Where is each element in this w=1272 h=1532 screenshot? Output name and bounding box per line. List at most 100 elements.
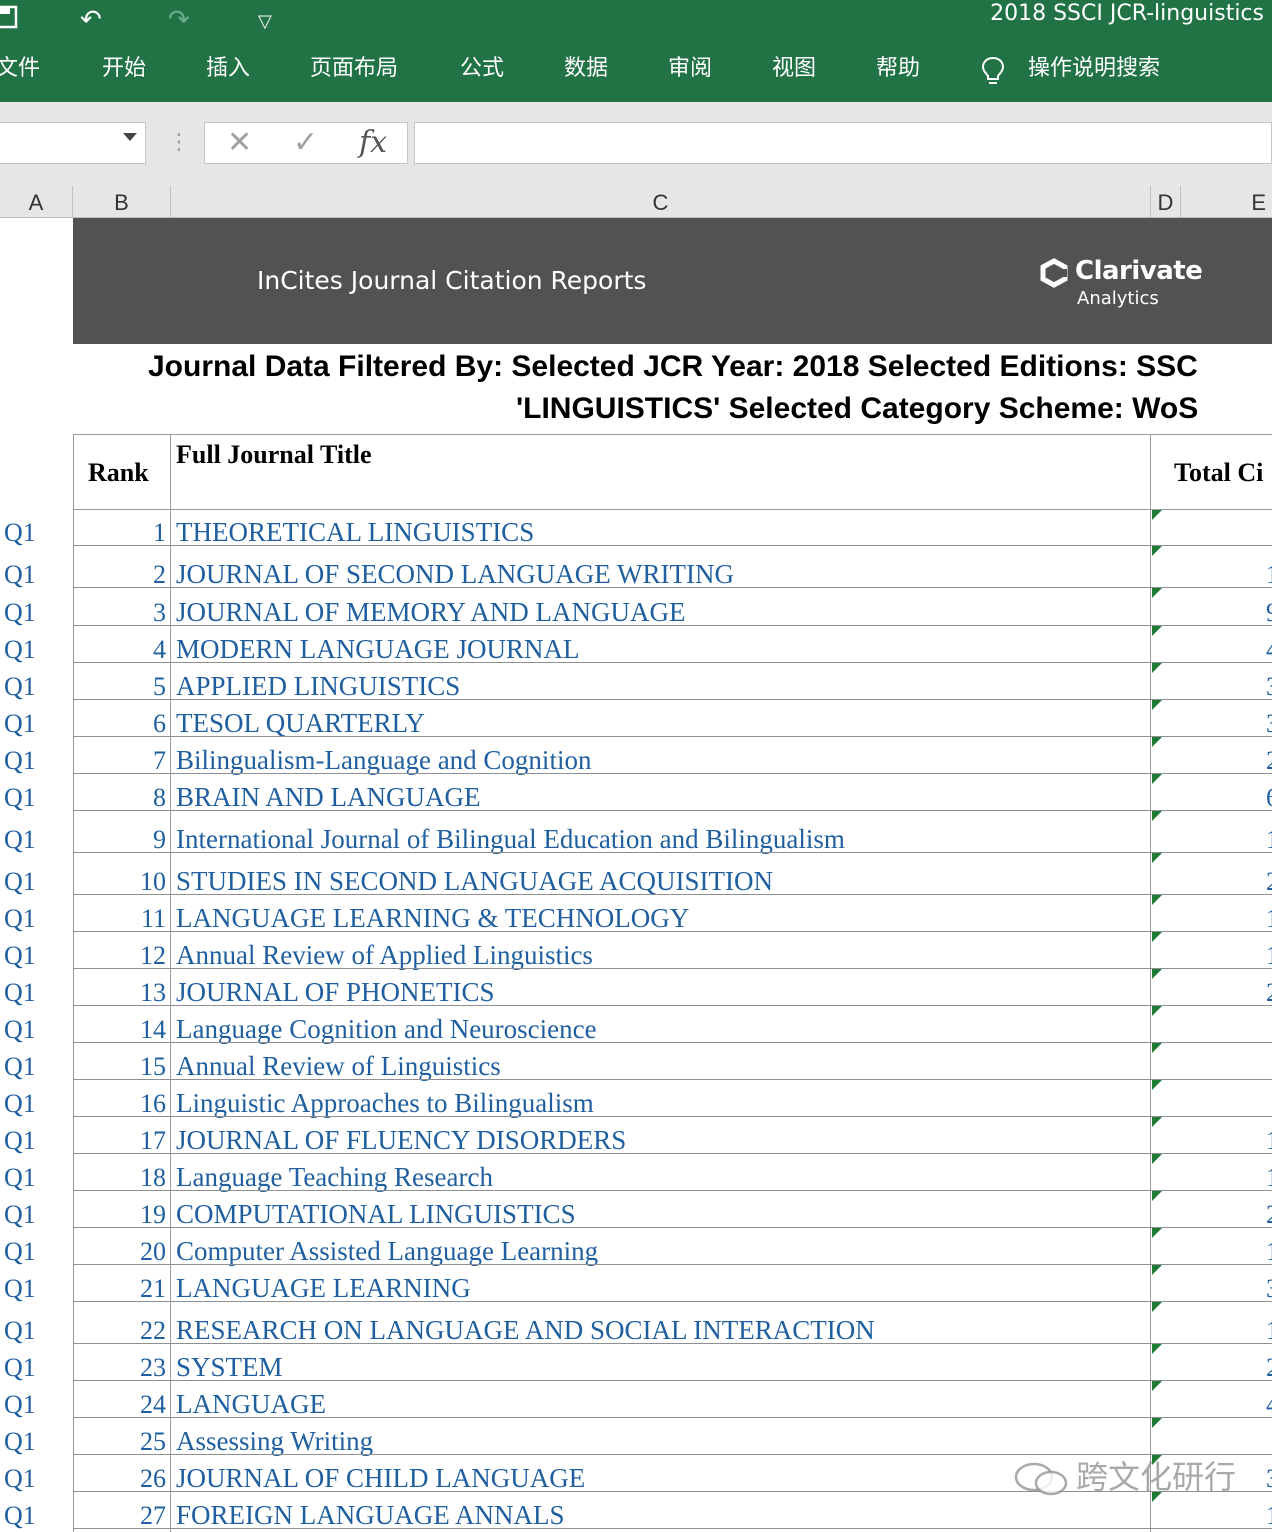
- rank-cell[interactable]: 4: [153, 635, 166, 665]
- name-box[interactable]: [0, 122, 146, 164]
- quartile-cell[interactable]: Q1: [4, 672, 36, 702]
- table-row[interactable]: Q1 3 JOURNAL OF MEMORY AND LANGUAGE 9: [0, 588, 1272, 627]
- table-row[interactable]: Q1 21 LANGUAGE LEARNING 3: [0, 1265, 1272, 1304]
- insert-function-icon[interactable]: fx: [359, 125, 387, 160]
- rank-cell[interactable]: 17: [140, 1126, 166, 1156]
- rank-cell[interactable]: 1: [153, 518, 166, 548]
- journal-title-cell[interactable]: Assessing Writing: [176, 1426, 373, 1457]
- total-cites-cell[interactable]: 3: [1152, 700, 1272, 737]
- redo-icon[interactable]: ↷: [168, 4, 190, 34]
- total-cites-cell[interactable]: [1152, 1006, 1272, 1043]
- journal-title-cell[interactable]: MODERN LANGUAGE JOURNAL: [176, 634, 579, 665]
- tab-file[interactable]: 文件: [0, 54, 40, 84]
- error-indicator-icon[interactable]: [1152, 546, 1162, 556]
- quartile-cell[interactable]: Q1: [4, 1316, 36, 1346]
- error-indicator-icon[interactable]: [1152, 895, 1162, 905]
- quartile-cell[interactable]: Q1: [4, 1353, 36, 1383]
- tab-formulas[interactable]: 公式: [460, 54, 504, 84]
- total-cites-cell[interactable]: 3: [1152, 663, 1272, 700]
- total-cites-cell[interactable]: 4: [1152, 626, 1272, 663]
- table-row[interactable]: Q1 5 APPLIED LINGUISTICS 3: [0, 663, 1272, 702]
- total-cites-cell[interactable]: 1: [1152, 895, 1272, 932]
- rank-cell[interactable]: 11: [141, 904, 166, 934]
- table-row[interactable]: Q1 4 MODERN LANGUAGE JOURNAL 4: [0, 626, 1272, 665]
- rank-cell[interactable]: 22: [140, 1316, 166, 1346]
- tab-home[interactable]: 开始: [102, 54, 146, 84]
- total-cites-cell[interactable]: 2: [1152, 1344, 1272, 1381]
- quartile-cell[interactable]: Q1: [4, 783, 36, 813]
- quartile-cell[interactable]: Q1: [4, 1200, 36, 1230]
- journal-title-cell[interactable]: Annual Review of Linguistics: [176, 1051, 501, 1082]
- journal-title-cell[interactable]: SYSTEM: [176, 1352, 283, 1383]
- error-indicator-icon[interactable]: [1152, 1418, 1162, 1428]
- rank-cell[interactable]: 15: [140, 1052, 166, 1082]
- total-cites-cell[interactable]: 3: [1152, 1265, 1272, 1302]
- table-row[interactable]: Q1 14 Language Cognition and Neuroscience: [0, 1006, 1272, 1045]
- table-row[interactable]: Q1 25 Assessing Writing: [0, 1418, 1272, 1457]
- error-indicator-icon[interactable]: [1152, 969, 1162, 979]
- rank-cell[interactable]: 14: [140, 1015, 166, 1045]
- customize-toolbar-icon[interactable]: ▽: [258, 6, 272, 36]
- quartile-cell[interactable]: Q1: [4, 1015, 36, 1045]
- total-cites-cell[interactable]: [1152, 1080, 1272, 1117]
- tab-data[interactable]: 数据: [564, 54, 608, 84]
- rank-cell[interactable]: 5: [153, 672, 166, 702]
- journal-title-cell[interactable]: TESOL QUARTERLY: [176, 708, 425, 739]
- error-indicator-icon[interactable]: [1152, 1344, 1162, 1354]
- table-row[interactable]: Q1 11 LANGUAGE LEARNING & TECHNOLOGY 1: [0, 895, 1272, 934]
- rank-cell[interactable]: 21: [140, 1274, 166, 1304]
- total-cites-cell[interactable]: 1: [1152, 1154, 1272, 1191]
- quartile-cell[interactable]: Q1: [4, 709, 36, 739]
- quartile-cell[interactable]: Q1: [4, 1464, 36, 1494]
- table-row[interactable]: Q1 22 RESEARCH ON LANGUAGE AND SOCIAL INTE…: [0, 1302, 1272, 1346]
- worksheet-grid[interactable]: InCites Journal Citation Reports Clariva…: [0, 218, 1272, 1532]
- journal-title-cell[interactable]: JOURNAL OF CHILD LANGUAGE: [176, 1463, 585, 1494]
- rank-cell[interactable]: 7: [153, 746, 166, 776]
- error-indicator-icon[interactable]: [1152, 588, 1162, 598]
- quartile-cell[interactable]: Q1: [4, 1126, 36, 1156]
- table-row[interactable]: Q1 2 JOURNAL OF SECOND LANGUAGE WRITING 1: [0, 546, 1272, 589]
- error-indicator-icon[interactable]: [1152, 510, 1162, 520]
- quartile-cell[interactable]: Q1: [4, 746, 36, 776]
- table-row[interactable]: Q1 17 JOURNAL OF FLUENCY DISORDERS 1: [0, 1117, 1272, 1156]
- column-header-c[interactable]: C: [171, 186, 1151, 218]
- total-cites-cell[interactable]: 2: [1152, 969, 1272, 1006]
- rank-cell[interactable]: 6: [153, 709, 166, 739]
- table-row[interactable]: Q1 7 Bilingualism-Language and Cognition 2: [0, 737, 1272, 776]
- error-indicator-icon[interactable]: [1152, 1381, 1162, 1391]
- journal-title-cell[interactable]: LANGUAGE: [176, 1389, 326, 1420]
- table-row[interactable]: Q1 18 Language Teaching Research 1: [0, 1154, 1272, 1192]
- quartile-cell[interactable]: Q1: [4, 635, 36, 665]
- quartile-cell[interactable]: Q1: [4, 825, 36, 855]
- error-indicator-icon[interactable]: [1152, 700, 1162, 710]
- total-cites-cell[interactable]: 1: [1152, 811, 1272, 853]
- tab-insert[interactable]: 插入: [206, 54, 250, 84]
- journal-title-cell[interactable]: Annual Review of Applied Linguistics: [176, 940, 593, 971]
- error-indicator-icon[interactable]: [1152, 626, 1162, 636]
- rank-cell[interactable]: 26: [140, 1464, 166, 1494]
- cancel-icon[interactable]: ✕: [227, 127, 252, 159]
- journal-title-cell[interactable]: APPLIED LINGUISTICS: [176, 671, 460, 702]
- quartile-cell[interactable]: Q1: [4, 1501, 36, 1531]
- error-indicator-icon[interactable]: [1152, 1302, 1162, 1312]
- lightbulb-icon[interactable]: [980, 56, 1006, 95]
- total-cites-cell[interactable]: 2: [1152, 853, 1272, 895]
- error-indicator-icon[interactable]: [1152, 1191, 1162, 1201]
- formula-input[interactable]: [414, 122, 1272, 164]
- journal-title-cell[interactable]: FOREIGN LANGUAGE ANNALS: [176, 1500, 565, 1531]
- error-indicator-icon[interactable]: [1152, 1006, 1162, 1016]
- total-cites-cell[interactable]: 2: [1152, 737, 1272, 774]
- column-header-d[interactable]: D: [1151, 186, 1181, 218]
- table-row[interactable]: Q1 6 TESOL QUARTERLY 3: [0, 700, 1272, 739]
- save-icon[interactable]: [0, 4, 20, 36]
- tab-page-layout[interactable]: 页面布局: [310, 54, 398, 84]
- table-row[interactable]: Q1 12 Annual Review of Applied Linguistics…: [0, 932, 1272, 971]
- journal-title-cell[interactable]: RESEARCH ON LANGUAGE AND SOCIAL INTERACT…: [176, 1315, 875, 1346]
- table-row[interactable]: Q1 8 BRAIN AND LANGUAGE 6: [0, 774, 1272, 813]
- rank-cell[interactable]: 12: [140, 941, 166, 971]
- rank-cell[interactable]: 24: [140, 1390, 166, 1420]
- tab-view[interactable]: 视图: [772, 54, 816, 84]
- table-row[interactable]: Q1 13 JOURNAL OF PHONETICS 2: [0, 969, 1272, 1007]
- error-indicator-icon[interactable]: [1152, 774, 1162, 784]
- table-row[interactable]: Q1 19 COMPUTATIONAL LINGUISTICS 2: [0, 1191, 1272, 1230]
